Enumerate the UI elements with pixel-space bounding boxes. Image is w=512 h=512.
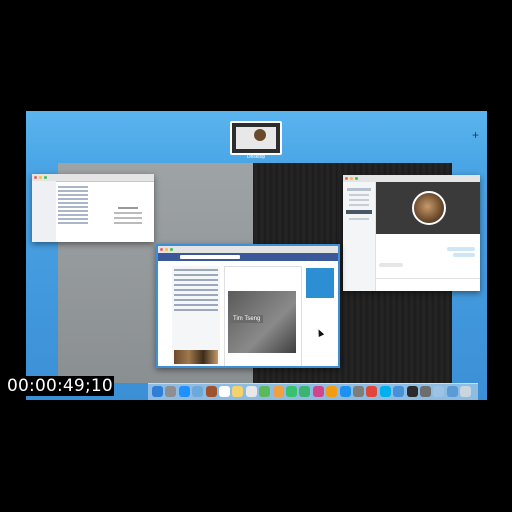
terminal-icon[interactable] — [406, 386, 418, 397]
maps-icon[interactable] — [259, 386, 271, 397]
close-icon[interactable] — [345, 177, 348, 180]
hover-name-tag: Tim Tseng — [230, 315, 264, 323]
preview-icon[interactable] — [433, 386, 445, 397]
browser-window[interactable] — [156, 244, 340, 368]
facetime-icon[interactable] — [299, 386, 311, 397]
zoom-icon[interactable] — [170, 248, 173, 251]
add-space-button[interactable]: + — [472, 129, 479, 141]
finder-window[interactable] — [32, 174, 154, 242]
desktop-space-label: Desktop — [246, 154, 266, 160]
trash-icon[interactable] — [460, 386, 472, 397]
photo-thumbnails[interactable] — [174, 350, 218, 364]
safari-icon[interactable] — [178, 386, 190, 397]
skype-icon[interactable] — [379, 386, 391, 397]
activity-monitor-icon[interactable] — [420, 386, 431, 397]
chat-bubble — [447, 247, 475, 251]
finder-sidebar[interactable] — [32, 181, 56, 242]
desktop-space-thumbnail[interactable] — [230, 121, 282, 155]
finder-icon[interactable] — [152, 386, 163, 397]
chrome-icon[interactable] — [366, 386, 378, 397]
launchpad-icon[interactable] — [165, 386, 177, 397]
dock — [148, 383, 478, 400]
finder-file-list[interactable] — [58, 184, 88, 226]
skype-contact-sidebar[interactable] — [343, 182, 376, 291]
caller-avatar — [412, 191, 446, 225]
spaces-bar: Desktop + — [26, 111, 487, 163]
chat-bubble — [453, 253, 475, 257]
notes-icon[interactable] — [232, 386, 244, 397]
calendar-icon[interactable] — [219, 386, 230, 397]
sidebar-ad[interactable] — [306, 268, 334, 298]
mission-control-screen: Desktop + Tim Tseng — [26, 111, 487, 400]
close-icon[interactable] — [34, 176, 37, 179]
downloads-icon[interactable] — [446, 386, 458, 397]
system-preferences-icon[interactable] — [353, 386, 364, 397]
mail-icon[interactable] — [192, 386, 204, 397]
minimize-icon[interactable] — [350, 177, 353, 180]
skype-video-area — [376, 182, 480, 234]
minimize-icon[interactable] — [39, 176, 42, 179]
contacts-icon[interactable] — [205, 386, 217, 397]
messages-icon[interactable] — [286, 386, 297, 397]
app-store-icon[interactable] — [339, 386, 351, 397]
video-timecode: 00:00:49;10 — [6, 376, 114, 396]
skype-message-input[interactable] — [376, 278, 480, 285]
finder-preview-pane — [110, 204, 146, 228]
reminders-icon[interactable] — [245, 386, 257, 397]
zoom-icon[interactable] — [355, 177, 358, 180]
chat-bubble — [379, 263, 403, 267]
ibooks-icon[interactable] — [326, 386, 338, 397]
close-icon[interactable] — [160, 248, 163, 251]
zoom-icon[interactable] — [44, 176, 47, 179]
minimize-icon[interactable] — [165, 248, 168, 251]
itunes-icon[interactable] — [312, 386, 324, 397]
photos-icon[interactable] — [272, 386, 284, 397]
facebook-search-input[interactable] — [180, 255, 240, 259]
skype-window[interactable] — [343, 175, 480, 291]
xcode-icon[interactable] — [393, 386, 405, 397]
